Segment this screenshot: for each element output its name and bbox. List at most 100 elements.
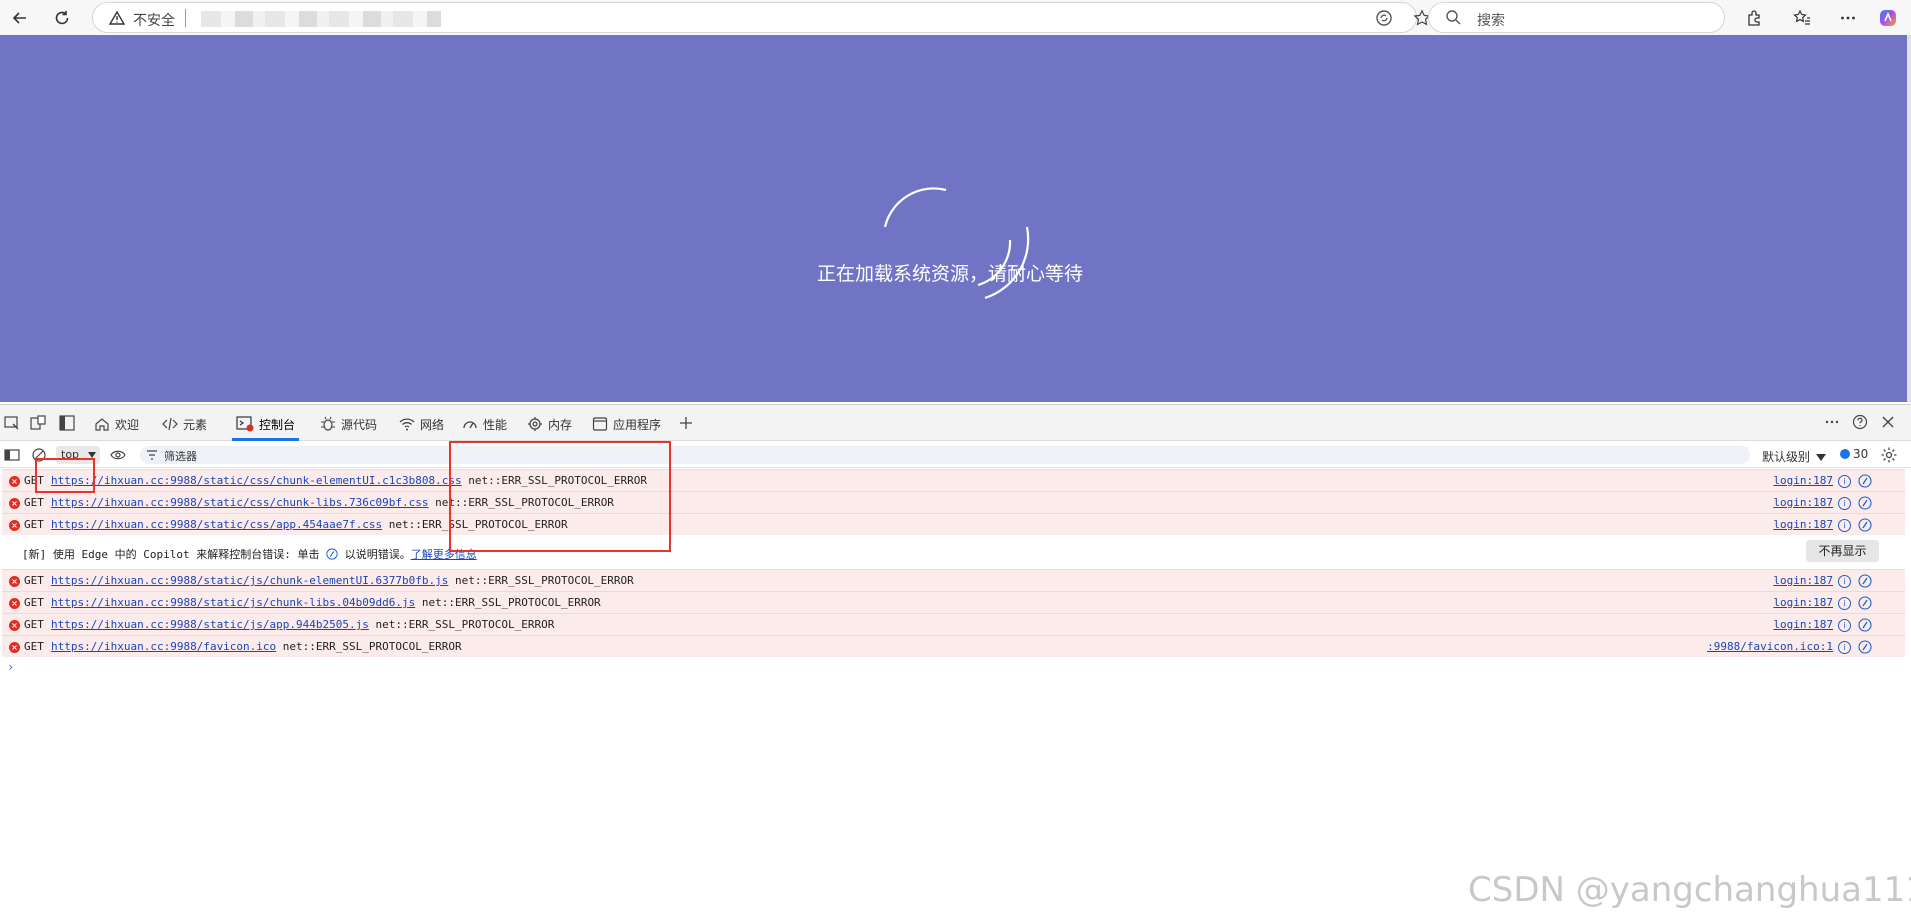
info-icon[interactable]: i <box>1838 575 1851 588</box>
info-icon[interactable]: i <box>1838 641 1851 654</box>
copilot-explain-icon[interactable] <box>1858 496 1872 510</box>
divider <box>185 9 186 27</box>
sidebar-toggle-icon[interactable] <box>4 447 20 463</box>
request-url[interactable]: https://ihxuan.cc:9988/static/css/app.45… <box>51 518 382 531</box>
console-error-row: × GET https://ihxuan.cc:9988/static/js/a… <box>2 613 1905 635</box>
speed-icon <box>463 421 477 429</box>
warning-icon <box>109 10 125 25</box>
favorites-list-icon <box>1793 9 1810 25</box>
issues-icon <box>1840 449 1850 459</box>
device-emulation-icon[interactable] <box>30 415 46 431</box>
request-url[interactable]: https://ihxuan.cc:9988/static/js/chunk-l… <box>51 596 415 609</box>
source-link[interactable]: login:187 <box>1773 496 1833 509</box>
request-method: GET <box>24 618 44 631</box>
search-box[interactable]: 搜索 <box>1428 2 1725 33</box>
source-link[interactable]: login:187 <box>1773 618 1833 631</box>
prompt-chevron-icon: › <box>7 660 15 674</box>
request-url[interactable]: https://ihxuan.cc:9988/favicon.ico <box>51 640 276 653</box>
help-icon[interactable] <box>1852 414 1868 430</box>
back-button[interactable] <box>8 6 32 30</box>
search-placeholder: 搜索 <box>1477 13 1505 29</box>
chevron-down-icon <box>1816 454 1827 461</box>
source-link[interactable]: :9988/favicon.ico:1 <box>1707 640 1833 653</box>
error-message: https://ihxuan.cc:9988/favicon.ico net::… <box>51 640 462 653</box>
tab-network[interactable]: 网络 <box>399 412 444 436</box>
tab-welcome[interactable]: 欢迎 <box>94 412 139 436</box>
more-button[interactable] <box>1836 6 1860 30</box>
copilot-explain-icon[interactable] <box>1858 640 1872 654</box>
error-icon: × <box>9 520 20 531</box>
source-link[interactable]: login:187 <box>1773 596 1833 609</box>
page-viewport: 正在加载系统资源，请耐心等待 <box>0 35 1907 402</box>
dock-side-icon[interactable] <box>59 415 75 431</box>
tab-memory[interactable]: 内存 <box>527 412 572 436</box>
filter-input[interactable]: 筛选器 <box>140 446 1750 464</box>
source-link[interactable]: login:187 <box>1773 574 1833 587</box>
log-level-select[interactable]: 默认级别 <box>1762 448 1827 465</box>
copilot-explain-icon[interactable] <box>1858 518 1872 532</box>
copilot-explain-icon <box>326 548 338 560</box>
search-icon <box>1446 10 1461 25</box>
copilot-explain-icon[interactable] <box>1858 474 1872 488</box>
source-link[interactable]: login:187 <box>1773 474 1833 487</box>
request-url[interactable]: https://ihxuan.cc:9988/static/js/chunk-e… <box>51 574 448 587</box>
copilot-text: [新] 使用 Edge 中的 Copilot 来解释控制台错误: 单击 以说明错… <box>22 548 477 561</box>
request-url[interactable]: https://ihxuan.cc:9988/static/css/chunk-… <box>51 496 429 509</box>
inspect-icon[interactable] <box>4 415 20 431</box>
error-code: net::ERR_SSL_PROTOCOL_ERROR <box>454 574 634 587</box>
page-scrollbar[interactable] <box>1907 35 1911 402</box>
error-icon: × <box>9 620 20 631</box>
copilot-button[interactable] <box>1876 6 1900 30</box>
console-toolbar: top 筛选器 默认级别 30 <box>0 442 1911 468</box>
arrow-left-icon <box>12 12 26 24</box>
watermark: CSDN @yangchanghua111 <box>1468 870 1911 910</box>
close-icon[interactable] <box>1880 414 1896 430</box>
insecure-label[interactable]: 不安全 <box>133 10 175 30</box>
copilot-explain-icon[interactable] <box>1858 596 1872 610</box>
copilot-explain-icon[interactable] <box>1858 618 1872 632</box>
tab-application[interactable]: 应用程序 <box>592 412 661 436</box>
console-prompt-line[interactable]: › <box>0 657 1911 679</box>
filter-placeholder: 筛选器 <box>164 450 197 463</box>
tab-label: 欢迎 <box>115 417 140 432</box>
request-url[interactable]: https://ihxuan.cc:9988/static/css/chunk-… <box>51 474 462 487</box>
source-link[interactable]: login:187 <box>1773 518 1833 531</box>
console-error-row: × GET https://ihxuan.cc:9988/static/css/… <box>2 469 1905 491</box>
refresh-tab-icon[interactable] <box>1375 9 1393 27</box>
error-code: net::ERR_SSL_PROTOCOL_ERROR <box>375 618 555 631</box>
info-icon[interactable]: i <box>1838 519 1851 532</box>
tab-label: 网络 <box>420 417 445 432</box>
error-icon: × <box>9 642 20 653</box>
extensions-button[interactable] <box>1742 6 1766 30</box>
info-icon[interactable]: i <box>1838 475 1851 488</box>
copilot-icon <box>1880 10 1896 26</box>
tab-console[interactable]: 控制台 <box>231 412 300 441</box>
puzzle-icon <box>1748 10 1760 26</box>
tab-label: 源代码 <box>341 417 378 432</box>
tab-sources[interactable]: 源代码 <box>320 412 377 436</box>
info-icon[interactable]: i <box>1838 619 1851 632</box>
more-tools-icon[interactable] <box>1824 414 1840 430</box>
loading-spinner-icon <box>883 187 1030 300</box>
annotation-box <box>35 458 95 493</box>
info-icon[interactable]: i <box>1838 497 1851 510</box>
issues-counter[interactable]: 30 <box>1840 447 1868 461</box>
tab-performance[interactable]: 性能 <box>462 412 507 436</box>
eye-icon[interactable] <box>110 448 126 462</box>
request-method: GET <box>24 518 44 531</box>
add-tab-icon[interactable] <box>678 415 694 431</box>
gear-icon[interactable] <box>1880 446 1898 464</box>
console-error-row: × GET https://ihxuan.cc:9988/static/js/c… <box>2 591 1905 613</box>
refresh-button[interactable] <box>50 6 74 30</box>
dont-show-again-button[interactable]: 不再显示 <box>1806 540 1879 562</box>
info-icon[interactable]: i <box>1838 597 1851 610</box>
loading-text: 正在加载系统资源，请耐心等待 <box>816 263 1083 285</box>
console-error-row: × GET https://ihxuan.cc:9988/static/css/… <box>2 513 1905 535</box>
address-bar[interactable]: 不安全 <box>92 2 1431 33</box>
request-method: GET <box>24 596 44 609</box>
error-message: https://ihxuan.cc:9988/static/js/chunk-l… <box>51 596 601 609</box>
request-url[interactable]: https://ihxuan.cc:9988/static/js/app.944… <box>51 618 369 631</box>
favorites-button[interactable] <box>1790 6 1814 30</box>
copilot-explain-icon[interactable] <box>1858 574 1872 588</box>
tab-elements[interactable]: 元素 <box>162 412 207 436</box>
